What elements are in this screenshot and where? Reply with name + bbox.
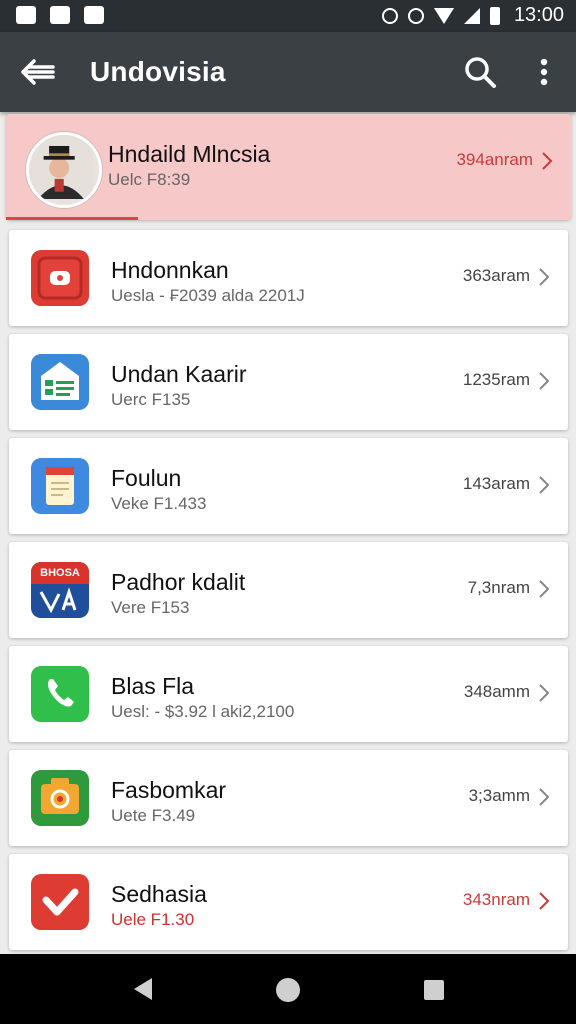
chevron-right-icon	[539, 788, 550, 806]
item-title: Hndonnkan	[111, 257, 229, 283]
more-vert-icon[interactable]	[532, 56, 556, 88]
status-bar: 13:00	[0, 0, 576, 32]
chevron-right-icon	[539, 580, 550, 598]
chevron-right-icon	[539, 268, 550, 286]
notification-icon	[16, 6, 36, 24]
avatar	[26, 132, 102, 208]
item-value: 1235ram	[462, 370, 530, 389]
nav-back-icon[interactable]	[130, 976, 154, 1002]
signal-icon	[463, 7, 480, 24]
bhosa-label: BHOSA	[31, 562, 89, 584]
notification-icons	[16, 6, 104, 24]
item-title: Sedhasia	[111, 881, 207, 907]
chevron-right-icon	[542, 152, 553, 170]
camera-app-icon	[31, 770, 89, 826]
item-value: 394anram	[456, 150, 533, 169]
chevron-right-icon	[539, 892, 550, 910]
list-item[interactable]: BHOSA Padhor kdalit Vere F153 7,3nram	[9, 542, 568, 638]
list-item[interactable]: Sedhasia Uele F1.30 343nram	[9, 854, 568, 950]
item-subtitle: Uesla - ₣2039 alda 2201J	[111, 286, 305, 305]
phone-icon	[31, 666, 89, 722]
app-bar: Undovisia	[0, 32, 576, 112]
heart-app-icon	[31, 874, 89, 930]
list-item[interactable]: Foulun Veke F1.433 143aram	[9, 438, 568, 534]
item-title: Hndaild Mlncsia	[108, 141, 271, 167]
chevron-right-icon	[539, 476, 550, 494]
notification-icon-2	[50, 6, 70, 24]
list-item[interactable]: Hndaild Mlncsia Uelc F8:39 394anram	[6, 114, 571, 220]
location-icon	[407, 7, 424, 24]
list-item[interactable]: Undan Kaarir Uerc F135 1235ram	[9, 334, 568, 430]
avatar-icon	[29, 135, 93, 199]
list-item[interactable]: Blas Fla Uesl: - $3.92 l aki2,2100 348am…	[9, 646, 568, 742]
wifi-icon	[433, 7, 454, 24]
item-value: 143aram	[462, 474, 530, 493]
notes-icon	[31, 458, 89, 514]
bhosa-app-icon: BHOSA	[31, 562, 89, 618]
system-icons: 13:00	[381, 4, 564, 27]
highlight-indicator	[6, 217, 138, 220]
item-subtitle: Uerc F135	[111, 390, 191, 409]
item-subtitle: Uelc F8:39	[108, 170, 191, 189]
item-subtitle: Uesl: - $3.92 l aki2,2100	[111, 702, 295, 721]
list-item[interactable]: Hndonnkan Uesla - ₣2039 alda 2201J 363ar…	[9, 230, 568, 326]
back-arrow-icon[interactable]	[20, 56, 56, 88]
item-subtitle: Uele F1.30	[111, 910, 195, 929]
list-item[interactable]: Fasbomkar Uete F3.49 3;3amm	[9, 750, 568, 846]
item-subtitle: Veke F1.433	[111, 494, 207, 513]
item-title: Fasbomkar	[111, 777, 227, 803]
item-subtitle: Vere F153	[111, 598, 190, 617]
item-value: 348amm	[463, 682, 530, 701]
youtube-icon	[31, 250, 89, 306]
chevron-right-icon	[539, 684, 550, 702]
item-title: Foulun	[111, 465, 182, 491]
battery-icon	[489, 6, 500, 25]
contacts-card-icon	[31, 354, 89, 410]
item-subtitle: Uete F3.49	[111, 806, 196, 825]
item-title: Undan Kaarir	[111, 361, 247, 387]
chevron-right-icon	[539, 372, 550, 390]
item-value: 7,3nram	[467, 578, 530, 597]
nav-home-icon[interactable]	[276, 978, 300, 1002]
item-value: 363aram	[462, 266, 530, 285]
item-title: Blas Fla	[111, 673, 195, 699]
nav-recents-icon[interactable]	[424, 980, 444, 1000]
app-title: Undovisia	[90, 56, 226, 87]
search-icon[interactable]	[462, 54, 498, 90]
item-value: 3;3amm	[468, 786, 530, 805]
status-time: 13:00	[513, 4, 564, 26]
item-value: 343nram	[462, 890, 530, 909]
item-title: Padhor kdalit	[111, 569, 246, 595]
navigation-bar	[0, 954, 576, 1024]
notification-icon-3	[84, 6, 104, 24]
alarm-icon	[381, 7, 398, 24]
